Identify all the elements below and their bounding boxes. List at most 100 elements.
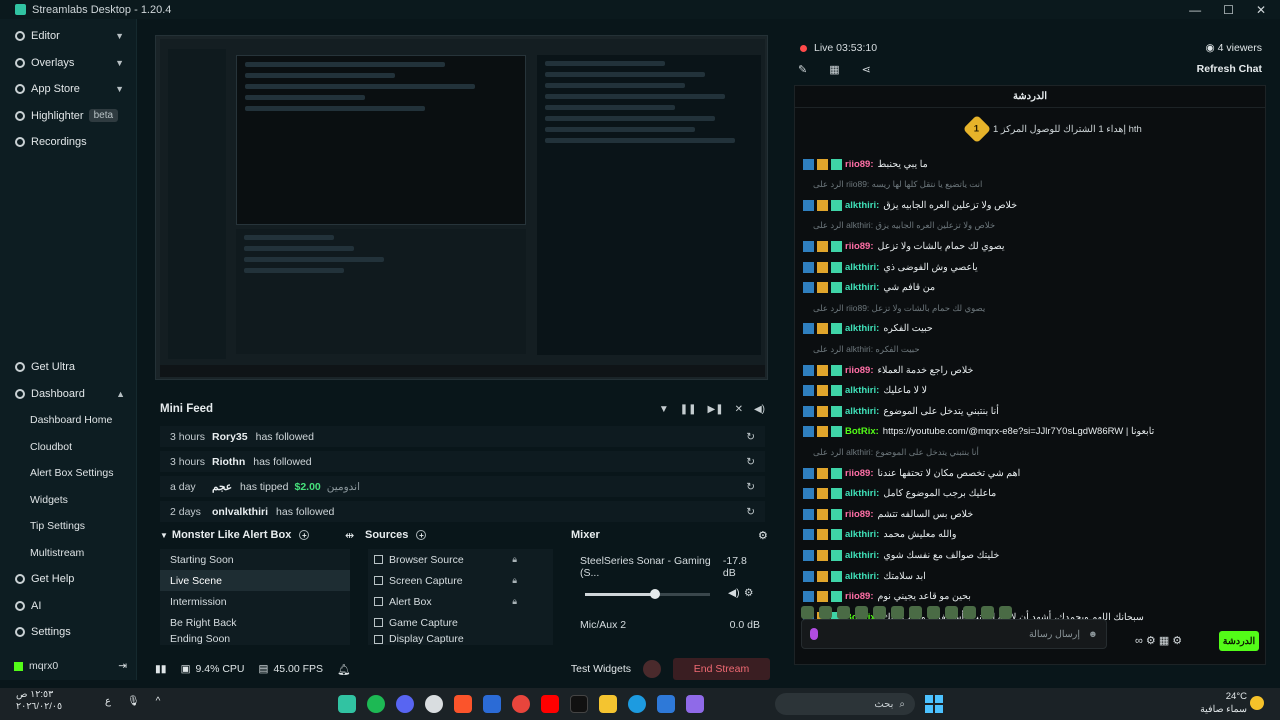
app-icon[interactable] — [483, 695, 501, 713]
edge-app-icon[interactable] — [628, 695, 646, 713]
send-chat-button[interactable]: الدردشة — [1219, 631, 1259, 651]
share-icon[interactable]: ⋖ — [862, 63, 871, 76]
scene-item[interactable]: Ending Soon — [160, 633, 350, 645]
emote-icon[interactable] — [837, 606, 850, 619]
obs-app-icon[interactable] — [425, 695, 443, 713]
chat-username[interactable]: alkthiri: — [845, 406, 879, 417]
test-widgets-button[interactable]: Test Widgets — [571, 663, 631, 675]
emote-icon[interactable] — [945, 606, 958, 619]
scene-item[interactable]: Intermission — [160, 591, 350, 612]
refresh-chat-button[interactable]: Refresh Chat — [1197, 63, 1270, 75]
chevron-up-icon[interactable]: ^ — [156, 696, 161, 707]
add-scene-button[interactable]: + — [299, 530, 310, 540]
chat-username[interactable]: riio89: — [845, 365, 874, 376]
gear-icon[interactable]: ⚙ — [744, 587, 753, 599]
pause-icon[interactable]: ❚❚ — [680, 404, 697, 415]
language-indicator[interactable]: ع — [105, 696, 111, 707]
emote-icon[interactable] — [981, 606, 994, 619]
chevron-up-icon[interactable]: ▲ — [116, 389, 125, 399]
emote-icon[interactable] — [999, 606, 1012, 619]
chat-username[interactable]: riio89: — [845, 241, 874, 252]
emote-icon[interactable] — [963, 606, 976, 619]
logout-icon[interactable]: ⇥ — [118, 660, 127, 672]
emoji-icon[interactable]: ☻ — [1088, 629, 1098, 640]
discord-app-icon[interactable] — [396, 695, 414, 713]
sidebar-item-widgets[interactable]: Widgets — [0, 487, 137, 514]
weather-widget[interactable]: 24°C سماء صافية — [1185, 690, 1247, 716]
sidebar-item-app-store[interactable]: App Store ▼ — [0, 76, 136, 103]
source-item[interactable]: Game Capture — [368, 612, 553, 633]
sidebar-item-overlays[interactable]: Overlays ▼ — [0, 50, 136, 77]
chevron-down-icon[interactable]: ▼ — [115, 58, 124, 68]
scene-transition-icon[interactable]: ⇹ — [345, 525, 354, 545]
lock-icon[interactable]: 🔒︎ — [512, 575, 517, 586]
filter-icon[interactable]: ▼ — [659, 404, 669, 415]
emote-icon[interactable] — [819, 606, 832, 619]
taskbar-search[interactable]: بحث ⌕ — [775, 693, 915, 715]
sidebar-item-dashboard[interactable]: Dashboard ▲ — [0, 381, 137, 408]
file-explorer-icon[interactable] — [599, 695, 617, 713]
scene-item-active[interactable]: Live Scene — [160, 570, 350, 591]
emote-icon[interactable] — [855, 606, 868, 619]
clock[interactable]: ١٢:٥٣ ص ٢٠٢٦/٠٢/٠٥ — [16, 689, 62, 713]
scene-item[interactable]: Be Right Back — [160, 612, 350, 633]
user-account[interactable]: mqrx0 ⇥ — [0, 655, 137, 677]
stats-icon[interactable]: ▮▮ — [155, 663, 167, 675]
lock-icon[interactable]: 🔒︎ — [512, 596, 517, 607]
chrome-app-icon[interactable] — [512, 695, 530, 713]
chat-username[interactable]: alkthiri: — [845, 529, 879, 540]
source-item[interactable]: Screen Capture 🔒︎ — [368, 570, 553, 591]
chat-username[interactable]: alkthiri: — [845, 550, 879, 561]
speaker-icon[interactable]: ◀) — [728, 587, 740, 599]
sidebar-item-ai[interactable]: AI — [0, 593, 137, 620]
tiktok-app-icon[interactable] — [570, 695, 588, 713]
chat-settings-icon[interactable]: ∞ ⚙ ▦ ⚙ — [1135, 634, 1182, 647]
scene-collection-header[interactable]: ▼ Monster Like Alert Box + — [160, 525, 310, 545]
volume-slider-handle[interactable] — [650, 589, 660, 599]
mute-alerts-icon[interactable]: ✕ — [735, 404, 743, 415]
chevron-down-icon[interactable]: ▼ — [115, 84, 124, 94]
chat-username[interactable]: riio89: — [845, 159, 874, 170]
close-button[interactable]: ✕ — [1256, 3, 1266, 17]
emote-icon[interactable] — [909, 606, 922, 619]
stream-preview[interactable] — [155, 35, 768, 380]
chevron-down-icon[interactable]: ▼ — [160, 531, 168, 540]
edit-stream-icon[interactable]: ✎ — [798, 63, 807, 76]
scene-item[interactable]: Starting Soon — [160, 549, 350, 570]
replay-icon[interactable]: ↻ — [746, 506, 755, 518]
minimize-button[interactable]: — — [1189, 3, 1201, 17]
sidebar-item-dashboard-home[interactable]: Dashboard Home — [0, 407, 137, 434]
chat-username[interactable]: alkthiri: — [845, 200, 879, 211]
sidebar-item-recordings[interactable]: Recordings — [0, 129, 136, 156]
end-stream-button[interactable]: End Stream — [673, 658, 770, 680]
sidebar-item-tip-settings[interactable]: Tip Settings — [0, 513, 137, 540]
brave-app-icon[interactable] — [454, 695, 472, 713]
chat-username[interactable]: riio89: — [845, 468, 874, 479]
gear-icon[interactable]: ⚙ — [758, 525, 768, 545]
microphone-icon[interactable]: 🎙︎ — [127, 696, 140, 707]
sidebar-item-get-help[interactable]: Get Help — [0, 566, 137, 593]
emote-icon[interactable] — [927, 606, 940, 619]
replay-icon[interactable]: ↻ — [746, 456, 755, 468]
record-button[interactable] — [643, 660, 661, 678]
source-item[interactable]: Browser Source 🔒︎ — [368, 549, 553, 570]
chat-input[interactable]: إرسال رسالة ☻ — [801, 619, 1107, 649]
copilot-app-icon[interactable] — [686, 695, 704, 713]
chat-username[interactable]: alkthiri: — [845, 282, 879, 293]
emote-icon[interactable] — [891, 606, 904, 619]
source-item[interactable]: Display Capture — [368, 633, 553, 645]
lock-icon[interactable]: 🔒︎ — [512, 554, 517, 565]
chat-username[interactable]: riio89: — [845, 509, 874, 520]
skip-icon[interactable]: ▶❚ — [708, 404, 724, 415]
source-item[interactable]: Alert Box 🔒︎ — [368, 591, 553, 612]
sidebar-item-alert-box-settings[interactable]: Alert Box Settings — [0, 460, 137, 487]
notifications-icon[interactable]: 🔔︎ — [337, 663, 350, 676]
windows-start-icon[interactable] — [925, 695, 943, 713]
replay-icon[interactable]: ↻ — [746, 431, 755, 443]
sidebar-item-cloudbot[interactable]: Cloudbot — [0, 434, 137, 461]
chat-username[interactable]: BotRix: — [845, 426, 879, 437]
chat-username[interactable]: alkthiri: — [845, 323, 879, 334]
chevron-down-icon[interactable]: ▼ — [115, 31, 124, 41]
sidebar-item-editor[interactable]: Editor ▼ — [0, 23, 136, 50]
sidebar-item-multistream[interactable]: Multistream — [0, 540, 137, 567]
